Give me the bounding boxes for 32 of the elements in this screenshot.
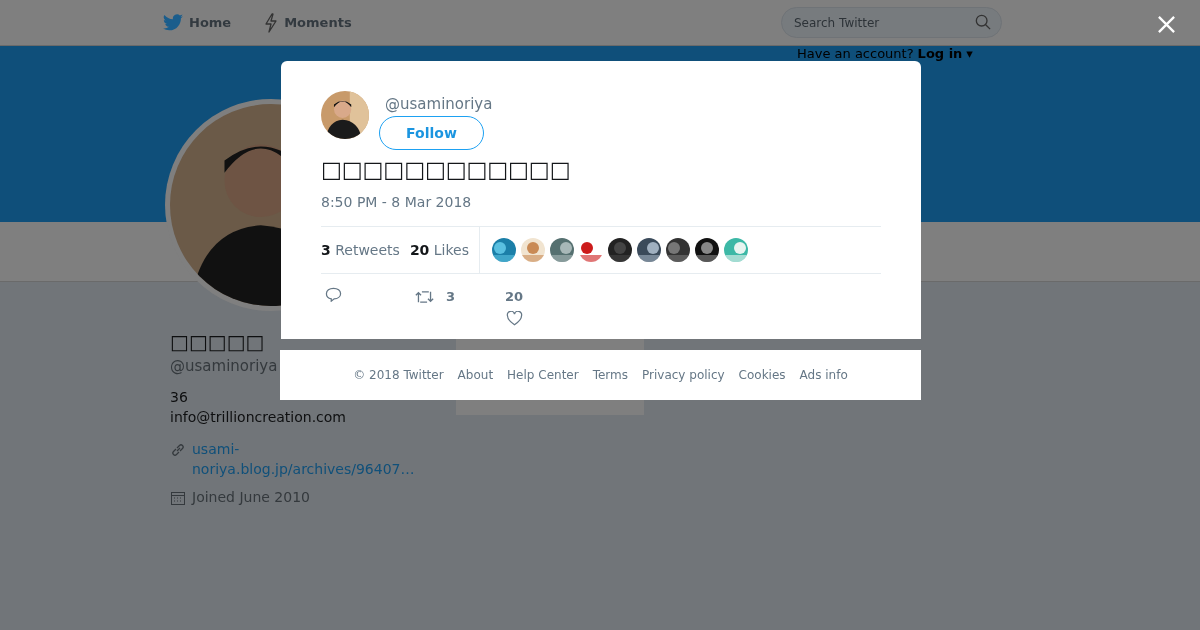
copyright: © 2018 Twitter: [353, 367, 444, 384]
footer-link[interactable]: Terms: [592, 366, 628, 384]
author-handle: @usaminoriya: [385, 94, 493, 114]
close-icon[interactable]: [1157, 15, 1176, 34]
account-prompt: Have an account?: [797, 45, 914, 63]
nav-tab[interactable]: Home: [163, 12, 232, 33]
footer-link[interactable]: Cookies: [738, 366, 786, 384]
link-icon: [170, 442, 186, 458]
profile-name: □□□□□: [170, 329, 265, 356]
footer-link[interactable]: About: [457, 366, 494, 384]
profile-handle: @usaminoriya: [170, 356, 278, 376]
calendar-icon: [170, 489, 186, 506]
retweet-icon[interactable]: [415, 289, 434, 304]
footer-link[interactable]: Privacy policy: [642, 366, 725, 384]
reply-icon[interactable]: [325, 287, 342, 302]
footer-link[interactable]: Ads info: [799, 366, 848, 384]
bio-line: info@trillioncreation.com: [170, 408, 346, 427]
bio-line: 36: [170, 388, 188, 407]
heart-icon[interactable]: [505, 311, 523, 326]
retweet-count: 3: [446, 288, 456, 306]
tweet-time: 8:50 PM - 8 Mar 2018: [321, 193, 473, 212]
joined-date: Joined June 2010: [192, 488, 310, 507]
tweet-text: □□□□□□□□□□□□: [321, 156, 572, 184]
like-count: 20: [505, 289, 524, 305]
footer-link[interactable]: Help Center: [507, 366, 579, 384]
likes-stat[interactable]: 20 Likes: [409, 239, 470, 261]
search-icon[interactable]: [975, 14, 991, 30]
search-field[interactable]: Search Twitter: [781, 7, 1002, 38]
lightning-icon: [264, 12, 279, 33]
nav-tab[interactable]: Moments: [264, 12, 352, 33]
bird-icon: [163, 14, 183, 31]
retweets-stat[interactable]: 3 Retweets: [321, 239, 400, 261]
